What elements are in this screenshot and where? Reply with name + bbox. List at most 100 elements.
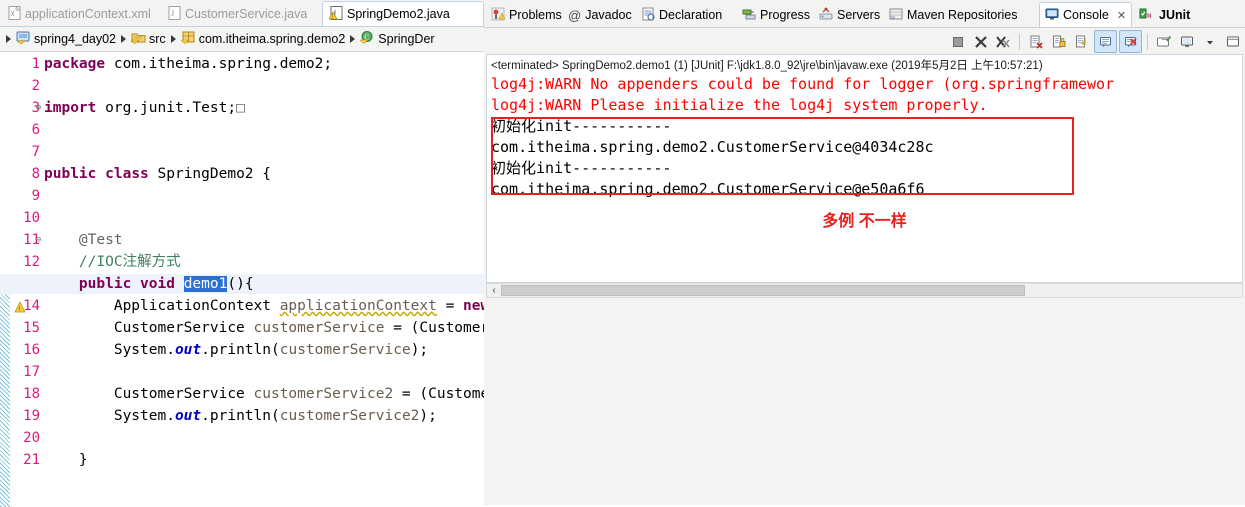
line-number: 18 [23,386,40,402]
line-number: 8 [31,166,40,182]
servers-icon [819,7,833,24]
view-tab-strip: Problems @ Javadoc Declaration Progress [484,0,1245,27]
line-number: 15 [23,320,40,336]
code-line-19[interactable]: System.out.println(customerService2); [44,406,437,426]
pin-console-button[interactable] [1153,31,1174,52]
tab-label: Console [1063,8,1109,22]
tab-junit[interactable]: u JUnit [1134,3,1195,27]
tab-label: Problems [509,8,562,22]
editor-area: X applicationContext.xml J CustomerServi… [0,0,484,507]
tab-declaration[interactable]: Declaration [636,3,727,27]
code-line-8[interactable]: public class SpringDemo2 { [44,164,271,184]
terminate-button[interactable] [947,31,968,52]
code-line-12[interactable]: //IOC注解方式 [44,252,181,272]
show-console-on-output-button[interactable] [1094,30,1117,53]
console-output-line: log4j:WARN Please initialize the log4j s… [491,96,988,114]
console-output-panel[interactable]: <terminated> SpringDemo2.demo1 (1) [JUni… [486,54,1243,283]
line-number: 19 [23,408,40,424]
toolbar-separator [1019,33,1020,50]
console-horizontal-scrollbar[interactable]: ‹ [486,283,1243,298]
breadcrumb-item-package[interactable]: com.itheima.spring.demo2 [179,30,345,48]
chevron-down-icon[interactable] [1199,31,1220,52]
problems-icon [491,7,506,24]
breadcrumb-sep-icon [121,35,127,43]
declaration-icon [641,7,655,24]
xml-file-icon: X [8,5,21,23]
annotation-text: 多例 不一样 [822,213,907,230]
breadcrumb-label: spring4_day02 [34,32,117,46]
code-editor[interactable]: 1 2 3 ⊕ 6 7 8 9 10 11 ⊖ 12 13 14 ! 15 16… [0,52,484,507]
editor-tab-strip: X applicationContext.xml J CustomerServi… [0,0,484,27]
close-icon[interactable]: ✕ [1117,9,1126,22]
tab-label: Maven Repositories [907,8,1018,22]
breadcrumb-item-project[interactable]: spring4_day02 [16,30,116,48]
line-number: 1 [31,56,40,72]
console-output-line: com.itheima.spring.demo2.CustomerService… [491,138,934,156]
console-terminated-line: <terminated> SpringDemo2.demo1 (1) [JUni… [491,60,1043,72]
line-number: 2 [31,78,40,94]
scroll-left-arrow-icon[interactable]: ‹ [487,285,501,296]
code-line-3[interactable]: import org.junit.Test;□ [44,98,245,118]
tab-servers[interactable]: Servers [814,3,885,27]
package-icon [179,30,196,48]
breadcrumb-label: SpringDer [378,32,435,46]
breadcrumb-item-class[interactable]: C SpringDer [359,30,435,48]
class-icon: C [359,30,375,48]
line-number: 10 [23,210,40,226]
console-output-line: 初始化init----------- [491,159,672,177]
tab-label: JUnit [1159,8,1191,22]
breadcrumb-label: src [149,32,166,46]
source-folder-icon [130,30,146,48]
tab-label: Declaration [659,8,723,22]
toolbar-separator [1147,33,1148,50]
line-number: 20 [23,430,40,446]
display-selected-console-button[interactable] [1176,31,1197,52]
tab-maven-repositories[interactable]: M Maven Repositories [884,3,1022,27]
code-line-15[interactable]: CustomerService customerService = (Custo… [44,318,484,338]
breadcrumb-expand-icon[interactable] [6,35,11,43]
code-line-18[interactable]: CustomerService customerService2 = (Cust… [44,384,484,404]
open-console-button[interactable] [1222,31,1243,52]
console-output-line: com.itheima.spring.demo2.CustomerService… [491,180,925,198]
code-line-21[interactable]: } [44,450,88,470]
word-wrap-button[interactable] [1071,31,1092,52]
code-line-16[interactable]: System.out.println(customerService); [44,340,428,360]
breadcrumb-item-src[interactable]: src [130,30,166,48]
console-output-line: 初始化init----------- [491,117,672,135]
editor-tab-label: CustomerService.java [185,7,308,21]
console-toolbar [484,27,1245,55]
code-line-11[interactable]: @Test [44,230,123,250]
tab-label: Servers [837,8,881,22]
code-line-1[interactable]: package com.itheima.spring.demo2; [44,54,332,74]
show-console-on-error-button[interactable] [1119,30,1142,53]
editor-tab-SpringDemo2-java[interactable]: J! SpringDemo2.java [322,1,484,26]
tab-problems[interactable]: Problems [486,3,567,27]
tab-console[interactable]: Console ✕ [1039,2,1133,27]
fold-collapse-icon[interactable]: ⊖ [33,235,44,246]
code-lines[interactable]: package com.itheima.spring.demo2; import… [0,52,484,507]
editor-tab-label: SpringDemo2.java [347,7,450,21]
views-area: Problems @ Javadoc Declaration Progress [484,0,1245,505]
tab-label: Javadoc [585,8,632,22]
editor-tab-CustomerService-java[interactable]: J CustomerService.java [162,2,322,26]
scroll-lock-button[interactable] [1048,31,1069,52]
editor-tab-applicationContext-xml[interactable]: X applicationContext.xml [2,2,160,26]
remove-launch-button[interactable] [970,31,991,52]
clear-console-button[interactable] [1025,31,1046,52]
tab-javadoc[interactable]: @ Javadoc [563,3,637,27]
breadcrumb-sep-icon [350,35,356,43]
java-file-warning-icon: J! [328,5,343,23]
fold-expand-icon[interactable]: ⊕ [33,103,44,114]
svg-text:M: M [891,15,895,20]
code-line-13[interactable]: public void demo1(){ [0,274,484,294]
eclipse-window: X applicationContext.xml J CustomerServi… [0,0,1245,507]
line-number: 21 [23,452,40,468]
remove-all-terminated-button[interactable] [993,31,1014,52]
line-number: 9 [31,188,40,204]
maven-repositories-icon: M [889,7,903,24]
breadcrumb-sep-icon [170,35,176,43]
console-output-line: log4j:WARN No appenders could be found f… [491,75,1115,93]
code-line-14[interactable]: ApplicationContext applicationContext = … [44,296,484,316]
tab-progress[interactable]: Progress [737,3,815,27]
scrollbar-thumb[interactable] [501,285,1025,296]
